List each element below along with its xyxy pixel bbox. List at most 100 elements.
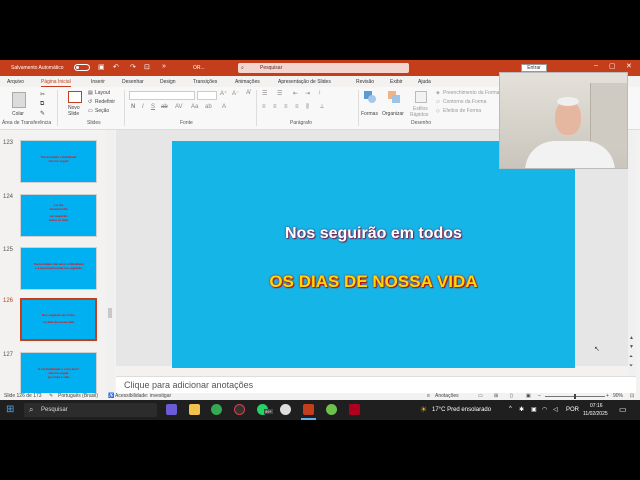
copilot-icon[interactable]	[166, 404, 177, 415]
increase-indent-icon[interactable]: ⇥	[305, 90, 310, 97]
underline-icon[interactable]: S	[151, 104, 155, 110]
scroll-up-icon[interactable]: ▲	[629, 335, 634, 341]
accessibility-status[interactable]: Acessibilidade: investigar	[115, 393, 171, 399]
shape-effects-button[interactable]: Efeitos de Forma	[443, 108, 481, 114]
font-size-box[interactable]	[197, 91, 217, 100]
highlight-icon[interactable]: ab	[205, 104, 212, 110]
thumbnails-scrollbar[interactable]	[106, 130, 114, 392]
line-spacing-icon[interactable]: ↕	[318, 90, 321, 96]
notes-placeholder[interactable]: Clique para adicionar anotações	[124, 380, 253, 390]
current-slide[interactable]: Nos seguirão em todos OS DIAS DE NOSSA V…	[172, 141, 575, 368]
notes-button[interactable]: Anotações	[435, 393, 459, 399]
upwork-icon[interactable]	[326, 404, 337, 415]
notifications-icon[interactable]: ▭	[619, 405, 627, 414]
copy-icon[interactable]: ⧉	[40, 101, 44, 108]
shape-outline-button[interactable]: Contorno da Forma	[443, 99, 486, 105]
shrink-font-icon[interactable]: A⁻	[232, 90, 239, 97]
slide-thumbnail[interactable]: A tua fidelidade e o teu amor vão me seg…	[20, 352, 97, 395]
notes-pane[interactable]: Clique para adicionar anotações	[116, 376, 636, 394]
bold-icon[interactable]: N	[131, 104, 135, 110]
close-icon[interactable]: ✕	[626, 62, 632, 70]
tab-design[interactable]: Design	[160, 79, 176, 85]
section-button[interactable]: Seção	[95, 108, 109, 114]
slide-thumbnail-selected[interactable]: Nos seguirão em todos os dias de nossa v…	[20, 298, 97, 341]
slide-thumbnail[interactable]: e a tua misericórdia me seguirão todos o…	[20, 194, 97, 237]
grow-font-icon[interactable]: A⁺	[220, 90, 227, 97]
align-right-icon[interactable]: ≡	[284, 104, 288, 110]
zoom-level[interactable]: 90%	[613, 393, 623, 399]
autosave-toggle[interactable]	[74, 64, 90, 71]
tab-inserir[interactable]: Inserir	[91, 79, 105, 85]
text-direction-icon[interactable]: ⟂	[320, 104, 324, 111]
wifi-icon[interactable]: ◠	[542, 406, 547, 413]
file-explorer-icon[interactable]	[189, 404, 200, 415]
numbering-icon[interactable]: ☰	[277, 90, 282, 97]
paste-icon[interactable]	[12, 92, 26, 108]
quick-styles-label-2[interactable]: Rápidos	[410, 112, 428, 118]
more-commands-icon[interactable]: »	[162, 63, 166, 70]
case-icon[interactable]: Aa	[191, 104, 198, 110]
shapes-button[interactable]: Formas	[361, 111, 378, 117]
italic-icon[interactable]: I	[142, 104, 144, 110]
reading-view-icon[interactable]: ▯	[510, 393, 513, 399]
shapes-icon[interactable]	[364, 91, 376, 103]
weather-text[interactable]: 17°C Pred ensolarado	[432, 407, 491, 413]
tab-pagina-inicial[interactable]: Página Inicial	[41, 79, 71, 87]
arrange-button[interactable]: Organizar	[382, 111, 404, 117]
vertical-scrollbar[interactable]: ▲ ▼ ⏶ ⏷	[628, 130, 636, 380]
tab-arquivo[interactable]: Arquivo	[7, 79, 24, 85]
zoom-in-icon[interactable]: +	[606, 393, 609, 399]
app-icon[interactable]	[349, 404, 360, 415]
shape-fill-button[interactable]: Preenchimento da Forma	[443, 90, 499, 96]
present-icon[interactable]: ⊡	[144, 63, 150, 71]
save-icon[interactable]: ▣	[98, 63, 105, 71]
normal-view-icon[interactable]: ▭	[478, 393, 483, 399]
slide-thumbnail[interactable]: Tua bondade, teu amor e fidelidade e a t…	[20, 247, 97, 290]
tab-exibir[interactable]: Exibir	[390, 79, 403, 85]
redo-icon[interactable]: ↷	[130, 63, 136, 71]
zoom-slider-thumb[interactable]	[574, 394, 576, 399]
slide-title-line-1[interactable]: Nos seguirão em todos	[172, 225, 575, 243]
undo-icon[interactable]: ↶	[113, 63, 119, 71]
fit-slide-icon[interactable]: ⊡	[630, 393, 634, 399]
scroll-down-icon[interactable]: ▼	[629, 344, 634, 350]
format-painter-icon[interactable]: ✎	[40, 110, 45, 117]
volume-icon[interactable]: ◁	[553, 406, 558, 413]
windows-start-icon[interactable]: ⊞	[6, 404, 14, 415]
powerpoint-icon[interactable]	[303, 404, 314, 415]
scrollbar-thumb[interactable]	[108, 308, 112, 318]
font-name-box[interactable]	[129, 91, 195, 100]
language-indicator[interactable]: POR	[566, 407, 579, 413]
cut-icon[interactable]: ✂	[40, 91, 45, 98]
new-slide-icon[interactable]	[68, 91, 82, 103]
obs-icon[interactable]	[234, 404, 245, 415]
prev-slide-icon[interactable]: ⏶	[629, 354, 633, 360]
slideshow-icon[interactable]: ▣	[526, 393, 531, 399]
slide-sorter-icon[interactable]: ⊞	[494, 393, 498, 399]
chrome-icon[interactable]	[211, 404, 222, 415]
file-name[interactable]: OR...	[193, 65, 205, 71]
align-left-icon[interactable]: ≡	[262, 104, 266, 110]
clock-date[interactable]: 11/02/2025	[583, 411, 608, 417]
tray-arrow-icon[interactable]: ^	[509, 406, 512, 412]
slide-title-line-2[interactable]: OS DIAS DE NOSSA VIDA	[172, 272, 575, 292]
minimize-icon[interactable]: –	[594, 62, 598, 69]
reset-button[interactable]: Redefinir	[95, 99, 115, 105]
next-slide-icon[interactable]: ⏷	[629, 363, 633, 369]
spellcheck-icon[interactable]: ✎	[49, 393, 53, 399]
tab-animacoes[interactable]: Animações	[235, 79, 260, 85]
zoom-out-icon[interactable]: –	[538, 393, 541, 399]
slide-thumbnail[interactable]: Tua bondade e fidelidade vão me seguir	[20, 140, 97, 183]
clock-time[interactable]: 07:16	[590, 403, 603, 409]
columns-icon[interactable]: ⫼	[306, 104, 309, 111]
decrease-indent-icon[interactable]: ⇤	[293, 90, 298, 97]
font-color-icon[interactable]: A	[222, 104, 226, 110]
search-box[interactable]: ⌕ Pesquisar	[238, 63, 409, 73]
spacing-icon[interactable]: AV	[175, 104, 183, 110]
restore-icon[interactable]: ▢	[609, 62, 616, 70]
signin-button[interactable]: Entrar	[521, 64, 547, 72]
taskbar-search[interactable]: ⌕ Pesquisar	[24, 403, 157, 417]
weather-icon[interactable]: ☀	[420, 405, 427, 414]
app-icon[interactable]	[280, 404, 291, 415]
strikethrough-icon[interactable]: ab	[161, 104, 168, 110]
